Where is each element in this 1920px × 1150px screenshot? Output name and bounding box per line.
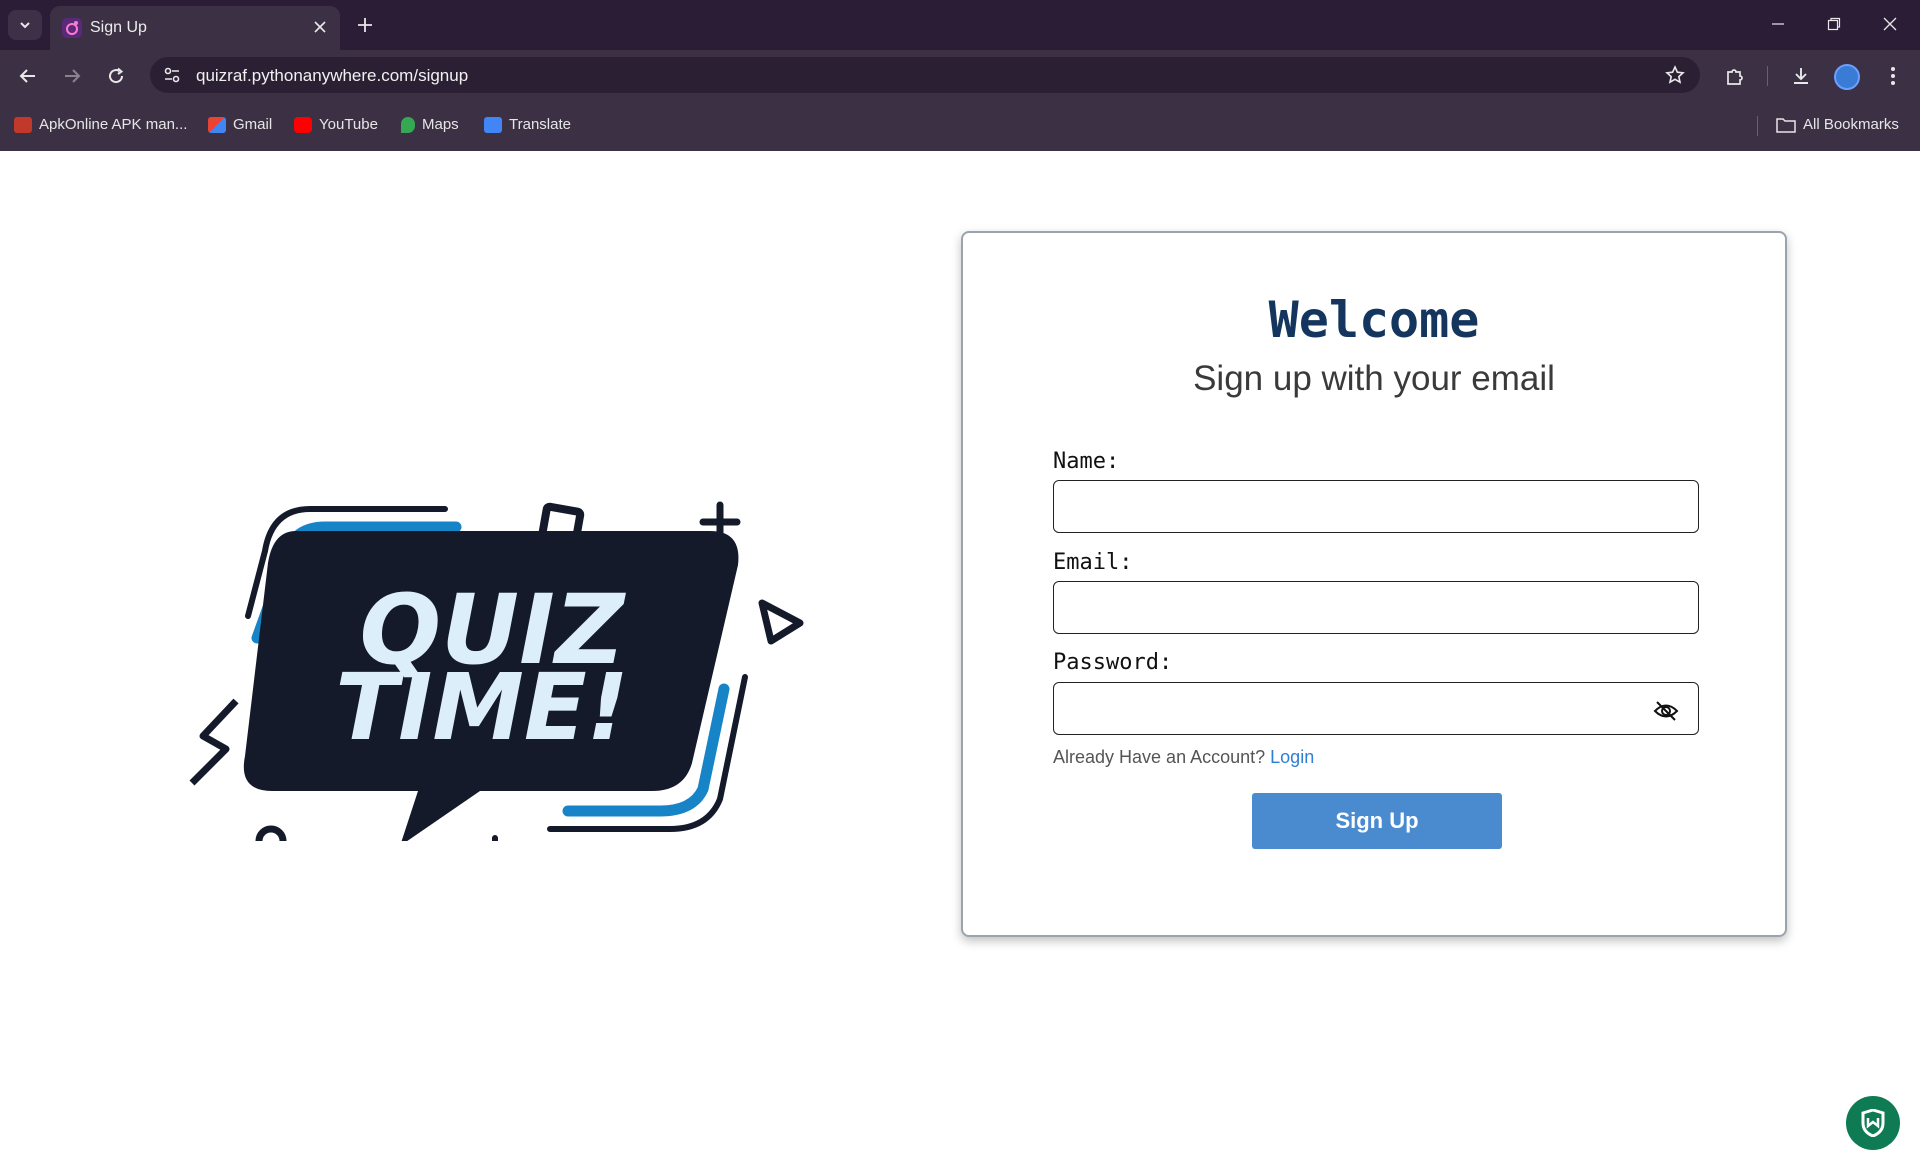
back-button[interactable] <box>12 60 44 92</box>
folder-icon <box>1776 117 1796 133</box>
forward-button[interactable] <box>56 60 88 92</box>
quiz-time-illustration: QUIZ TIME! <box>189 501 804 841</box>
tab-title: Sign Up <box>90 19 147 36</box>
maps-icon <box>401 116 415 133</box>
login-link[interactable]: Login <box>1270 747 1314 767</box>
plus-icon <box>358 18 372 32</box>
eye-off-icon <box>1653 701 1679 721</box>
login-prompt: Already Have an Account? Login <box>1053 747 1314 768</box>
site-settings-icon[interactable] <box>162 65 182 85</box>
site-favicon-icon <box>62 18 82 38</box>
security-extension-badge[interactable] <box>1846 1096 1900 1150</box>
circle-decoration <box>255 825 287 841</box>
apkonline-icon <box>14 116 32 133</box>
triangle-decoration <box>758 599 804 645</box>
zigzag-decoration <box>189 698 239 786</box>
gmail-icon <box>208 116 226 133</box>
reload-icon <box>109 67 124 84</box>
bookmarks-divider <box>1757 116 1758 136</box>
url-text: quizraf.pythonanywhere.com/signup <box>196 66 469 85</box>
chevron-down-icon <box>20 22 30 29</box>
bookmark-youtube[interactable]: YouTube <box>294 116 378 133</box>
bookmark-label: Translate <box>509 116 571 133</box>
shield-icon <box>1861 1109 1885 1137</box>
youtube-icon <box>294 116 312 133</box>
new-tab-button[interactable] <box>352 12 378 38</box>
puzzle-icon <box>1727 69 1743 85</box>
restore-button[interactable] <box>1812 8 1856 40</box>
all-bookmarks-label: All Bookmarks <box>1803 116 1899 133</box>
downloads-button[interactable] <box>1786 61 1816 91</box>
minimize-button[interactable] <box>1756 8 1800 40</box>
password-label: Password: <box>1053 650 1173 675</box>
bookmark-label: Gmail <box>233 116 273 133</box>
address-bar[interactable]: quizraf.pythonanywhere.com/signup <box>150 57 1700 93</box>
more-vertical-icon <box>1891 67 1895 85</box>
close-icon <box>1883 17 1897 31</box>
asterisk-decoration <box>492 835 498 841</box>
profile-avatar[interactable] <box>1834 64 1860 90</box>
browser-menu-button[interactable] <box>1878 61 1908 91</box>
bookmark-apkonline[interactable]: ApkOnline APK man... <box>14 116 187 133</box>
email-field[interactable] <box>1053 581 1699 634</box>
bookmark-star-icon[interactable] <box>1664 64 1686 86</box>
password-field[interactable] <box>1053 682 1699 735</box>
name-label: Name: <box>1053 449 1120 474</box>
name-field[interactable] <box>1053 480 1699 533</box>
toggle-password-visibility-button[interactable] <box>1651 698 1681 724</box>
arrow-right-icon <box>65 69 81 83</box>
browser-toolbar: quizraf.pythonanywhere.com/signup <box>0 50 1920 100</box>
page-content: QUIZ TIME! Welcome Sign up with your ema… <box>0 151 1920 1150</box>
tab-strip: Sign Up <box>0 0 1920 50</box>
translate-icon <box>484 116 502 133</box>
page-title: Welcome <box>1268 291 1480 349</box>
reload-button[interactable] <box>100 60 132 92</box>
download-icon <box>1794 68 1808 84</box>
restore-icon <box>1827 17 1841 31</box>
all-bookmarks-button[interactable]: All Bookmarks <box>1776 116 1899 133</box>
close-window-button[interactable] <box>1868 8 1912 40</box>
bookmark-label: YouTube <box>319 116 378 133</box>
logo-line-2: TIME! <box>335 654 628 761</box>
extensions-button[interactable] <box>1720 61 1750 91</box>
bookmark-maps[interactable]: Maps <box>401 116 459 133</box>
page-subtitle: Sign up with your email <box>1193 359 1555 398</box>
account-prompt-text: Already Have an Account? <box>1053 747 1266 767</box>
bookmark-label: ApkOnline APK man... <box>39 116 188 133</box>
close-tab-icon[interactable] <box>310 17 330 37</box>
toolbar-divider <box>1767 66 1768 86</box>
bookmark-gmail[interactable]: Gmail <box>208 116 272 133</box>
signup-card: Welcome Sign up with your email Name: Em… <box>961 231 1787 937</box>
signup-button[interactable]: Sign Up <box>1252 793 1502 849</box>
active-tab[interactable]: Sign Up <box>50 6 340 50</box>
bookmark-translate[interactable]: Translate <box>484 116 571 133</box>
minimize-icon <box>1772 23 1784 25</box>
tab-search-button[interactable] <box>8 10 42 40</box>
bookmark-label: Maps <box>422 116 459 133</box>
email-label: Email: <box>1053 550 1133 575</box>
bookmarks-bar: ApkOnline APK man... Gmail YouTube Maps … <box>0 100 1920 151</box>
arrow-left-icon <box>19 69 35 83</box>
